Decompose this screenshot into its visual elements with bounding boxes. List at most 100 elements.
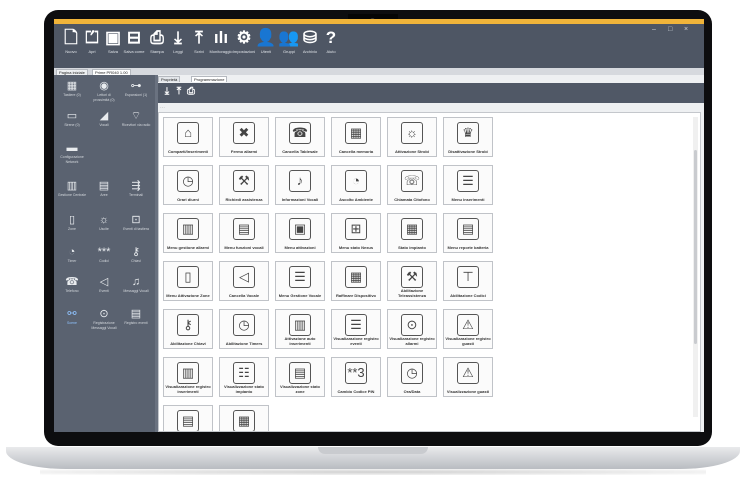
partial-tile-icon: ▦	[233, 410, 255, 431]
tab-programming[interactable]: Programmazione	[191, 76, 228, 82]
function-tile[interactable]: ▤	[163, 405, 213, 431]
sidebar-item-phone[interactable]: ☎ Telefono	[57, 275, 87, 303]
function-tile[interactable]: ⌂ Comparti/Inserimenti	[163, 117, 213, 157]
function-tile[interactable]: ▣ Menu attivazioni	[275, 213, 325, 253]
function-tile[interactable]: ☷ Visualizzazione stato impianto	[219, 357, 269, 397]
base-notch	[318, 447, 428, 454]
faucet-icon: ⊤	[457, 266, 479, 288]
function-tile[interactable]: ✖ Fermo allarmi	[219, 117, 269, 157]
sidebar-item-label: Telefono	[65, 289, 79, 293]
maximize-button[interactable]: □	[668, 26, 672, 33]
action-print-button[interactable]: ⎙	[186, 86, 196, 98]
function-tile[interactable]: ▥ Menu gestione allarmi	[163, 213, 213, 253]
main-toolbar: 🗋 Nuovo ⏍ Apri ▣ Salva ⊟ Salva come ⎙ Stampa ⤓ Legg…	[54, 24, 704, 68]
function-tile[interactable]: ▦ Stato impianto	[387, 213, 437, 253]
sidebar-item-label: Aree	[100, 193, 108, 197]
ear-icon: ◔	[345, 170, 367, 192]
function-tile[interactable]: ◁ Cancella Vocale	[219, 261, 269, 301]
function-tile[interactable]: ▥ Attivazione auto inserimenti	[275, 309, 325, 349]
tab-properties[interactable]: Proprietà	[158, 76, 181, 82]
sidebar-item-scenes[interactable]: ⚯ Scene	[57, 307, 87, 335]
sidebar-item-siren[interactable]: ▭ Sirene (0)	[57, 109, 87, 137]
timer-enable-icon: ◷	[233, 314, 255, 336]
memory-cancel-icon: ▦	[345, 122, 367, 144]
sidebar-item-panel-management[interactable]: ▥ Gestione Centrale	[57, 179, 87, 207]
function-tile[interactable]: ⊤ Abilitazione Codici	[443, 261, 493, 301]
sidebar-item-record[interactable]: ⊙ Registrazione Messaggi Vocali	[89, 307, 119, 335]
function-tile[interactable]: ⚷ Abilitazione Chiavi	[163, 309, 213, 349]
network-icon: ▬	[66, 142, 78, 154]
function-tile[interactable]: ▥ Visualizzazione registro inserimenti	[163, 357, 213, 397]
sidebar-item-label: Chiavi	[131, 259, 141, 263]
areas-icon: ▤	[98, 180, 110, 192]
scenes-icon: ⚯	[67, 308, 77, 320]
function-tile[interactable]: ♛ Disattivazione Strobi	[443, 117, 493, 157]
sidebar-item-proximity-reader[interactable]: ◉ Lettori di prossimità (0)	[89, 79, 119, 107]
sidebar-item-keys[interactable]: ⚷ Chiavi	[121, 245, 151, 273]
function-tile[interactable]: ⚒ Richiedi assistenza	[219, 165, 269, 205]
sidebar-item-zones[interactable]: ▯ Zone	[57, 213, 87, 241]
function-tile[interactable]: ☰ Menu inserimenti	[443, 165, 493, 205]
function-tile[interactable]: ▤ Menu reporte batteria	[443, 213, 493, 253]
action-upload-button[interactable]: ⤒	[174, 86, 184, 98]
function-tile[interactable]: ☼ Attivazione Strobi	[387, 117, 437, 157]
document-tabs: Pagina iniziale Prime PR040 1.00	[54, 68, 704, 75]
sidebar-item-timer[interactable]: ◔ Timer	[57, 245, 87, 273]
function-tile[interactable]: ◔ Ascolto Ambiente	[331, 165, 381, 205]
system-status-icon: ▦	[401, 218, 423, 240]
function-tile[interactable]: ◷ Ora/Data	[387, 357, 437, 397]
function-tile-label: Menu inserimenti	[451, 196, 485, 202]
function-tile[interactable]: **3 Cambio Codice PIN	[331, 357, 381, 397]
function-tile[interactable]: ▦ Raffinare Dispositivo	[331, 261, 381, 301]
function-tile-label: Attivazione Strobi	[394, 148, 429, 154]
sidebar-item-codes[interactable]: *** Codici	[89, 245, 119, 273]
function-tile[interactable]: ▤ Menu funzioni vocali	[219, 213, 269, 253]
function-tile[interactable]: ☎ Cancella Tablesale	[275, 117, 325, 157]
sidebar-item-label: Scene	[67, 321, 77, 325]
function-tile[interactable]: ▦	[219, 405, 269, 431]
content-area: Proprietà Programmazione ⤓ ⤒ ⎙ ⋯ ⌂ Comparti…	[158, 75, 704, 432]
sidebar-item-label: Messaggi Vocali	[123, 289, 149, 293]
sidebar-item-network[interactable]: ▬ Configurazione Network	[57, 141, 87, 169]
function-tile-label: Visualizzazione registro inserimenti	[165, 384, 211, 394]
partial-tile-icon: ▤	[177, 410, 199, 431]
outputs-icon: ☼	[98, 214, 110, 226]
sidebar-item-keypad[interactable]: ▦ Tastiere (0)	[57, 79, 87, 107]
function-tile[interactable]: ⊙ Visualizzazione registro allarmi	[387, 309, 437, 349]
function-tile[interactable]: ☰ Visualizzazione registro eventi	[331, 309, 381, 349]
function-tile[interactable]: ♪ Informazioni Vocali	[275, 165, 325, 205]
function-tile[interactable]: ⚒ Abilitazione Teleassistenza	[387, 261, 437, 301]
close-button[interactable]: ×	[684, 26, 688, 33]
sidebar-item-voice[interactable]: ◢ Vocali	[89, 109, 119, 137]
action-download-button[interactable]: ⤓	[162, 86, 172, 98]
function-tile[interactable]: ▤ Visualizzazione stato zone	[275, 357, 325, 397]
function-tile[interactable]: ◷ Orari diurni	[163, 165, 213, 205]
sidebar-item-voice-messages[interactable]: ♫ Messaggi Vocali	[121, 275, 151, 303]
sidebar-item-event-log[interactable]: ▤ Registro eventi	[121, 307, 151, 335]
sidebar-item-expansion[interactable]: ⊶ Espansioni (1)	[121, 79, 151, 107]
sidebar-item-outputs[interactable]: ☼ Uscite	[89, 213, 119, 241]
codes-icon: ***	[97, 246, 111, 258]
panel-management-icon: ▥	[66, 180, 78, 192]
function-tile[interactable]: ◷ Abilitazione Timers	[219, 309, 269, 349]
voice-menu-icon: ▤	[233, 218, 255, 240]
sidebar-item-areas[interactable]: ▤ Aree	[89, 179, 119, 207]
scrollbar-thumb[interactable]	[694, 150, 697, 344]
sidebar-item-terminals[interactable]: ⇶ Terminali	[121, 179, 151, 207]
sidebar-item-label: Zone	[68, 227, 76, 231]
function-tile[interactable]: ⊞ Menu stato Nexus	[331, 213, 381, 253]
function-tile-label: Menu reporte batteria	[447, 244, 489, 250]
minimize-button[interactable]: –	[652, 26, 656, 33]
sidebar-item-radio-receiver[interactable]: ⌔ Ricevitori via radio	[121, 109, 151, 137]
sidebar: ▦ Tastiere (0) ◉ Lettori di prossimità (0) ⊶…	[54, 75, 155, 432]
sidebar-item-keypad-events[interactable]: ⊡ Eventi di tastiera	[121, 213, 151, 241]
sidebar-item-events[interactable]: ◁ Eventi	[89, 275, 119, 303]
function-tile[interactable]: ☰ Menu Gestione Vocale	[275, 261, 325, 301]
zones-icon: ▯	[68, 214, 76, 226]
function-tile[interactable]: ☏ Chiamata Citofono	[387, 165, 437, 205]
function-tile[interactable]: ⚠ Visualizzazione registro guasti	[443, 309, 493, 349]
function-tile[interactable]: ▦ Cancella memoria	[331, 117, 381, 157]
function-tile[interactable]: ▯ Menu Attivazione Zone	[163, 261, 213, 301]
toolbar-help-button[interactable]: ? Aiuto	[316, 27, 346, 65]
function-tile[interactable]: ⚠ Visualizzazione guasti	[443, 357, 493, 397]
